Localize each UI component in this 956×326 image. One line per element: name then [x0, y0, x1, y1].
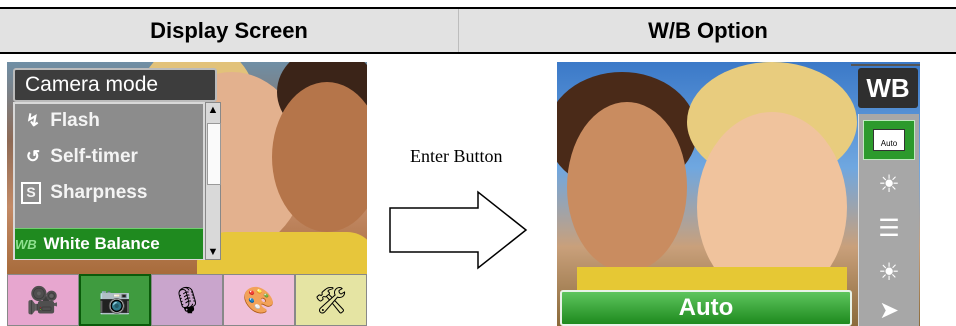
self-timer-icon: ↺	[25, 147, 41, 166]
arrow-right-icon	[389, 190, 528, 270]
menu-item-label: Sharpness	[50, 182, 148, 203]
menu-scrollbar[interactable]: ▲ ▼	[205, 102, 221, 260]
auto-wb-icon: Auto	[873, 129, 905, 151]
scroll-down-icon[interactable]: ▼	[206, 245, 220, 259]
menu-item-label: White Balance	[43, 234, 160, 253]
menu-item-label: Flash	[50, 110, 100, 131]
scroll-up-icon[interactable]: ▲	[206, 103, 220, 117]
menu-item-sharpness[interactable]: S Sharpness	[21, 178, 147, 208]
sharpness-icon: S	[21, 181, 41, 204]
scroll-thumb[interactable]	[207, 123, 221, 185]
settings-tools-icon[interactable]: 🛠	[295, 274, 367, 326]
exit-icon: ➤	[878, 296, 900, 324]
sunny-icon: ☀	[878, 170, 900, 198]
mode-title: Camera mode	[13, 68, 217, 102]
wb-icon: WB	[15, 237, 37, 252]
badge-divider	[851, 64, 920, 66]
option-exit[interactable]: ➤	[863, 290, 915, 326]
menu-item-flash[interactable]: ↯ Flash	[21, 106, 100, 136]
menu-item-white-balance[interactable]: WB White Balance	[15, 228, 203, 259]
fluorescent-icon: ☰	[878, 214, 900, 242]
menu-item-self-timer[interactable]: ↺ Self-timer	[21, 142, 138, 172]
palette-icon[interactable]: 🎨	[223, 274, 295, 326]
camera-icon[interactable]: 📷	[79, 274, 151, 326]
menu-item-label: Self-timer	[50, 146, 138, 167]
enter-button-label: Enter Button	[410, 146, 503, 166]
option-tungsten[interactable]: ☀	[863, 252, 915, 292]
option-sunny[interactable]: ☀	[863, 164, 915, 204]
tungsten-bulb-icon: ☀	[878, 258, 900, 286]
flash-icon: ↯	[25, 111, 41, 130]
wb-option-screenshot: WB Auto ☀ ☰ ☀ ➤ Auto	[557, 62, 920, 326]
wb-option-heading: W/B Option	[458, 9, 956, 52]
table-header: Display Screen W/B Option	[0, 7, 956, 54]
camera-mode-screenshot: Camera mode ↯ Flash ↺ Self-timer S Sharp…	[7, 62, 367, 326]
wb-badge: WB	[858, 68, 918, 108]
microphone-icon[interactable]: 🎙	[151, 274, 223, 326]
wb-options-column: Auto ☀ ☰ ☀ ➤	[858, 114, 919, 326]
current-wb-value: Auto	[560, 290, 852, 326]
option-auto[interactable]: Auto	[863, 120, 915, 160]
settings-menu: ↯ Flash ↺ Self-timer S Sharpness WB Whit…	[13, 102, 205, 260]
video-camera-icon[interactable]: 🎥	[7, 274, 79, 326]
display-screen-heading: Display Screen	[150, 18, 308, 43]
mode-tray: 🎥 📷 🎙 🎨 🛠	[7, 274, 367, 326]
option-fluorescent[interactable]: ☰	[863, 208, 915, 248]
